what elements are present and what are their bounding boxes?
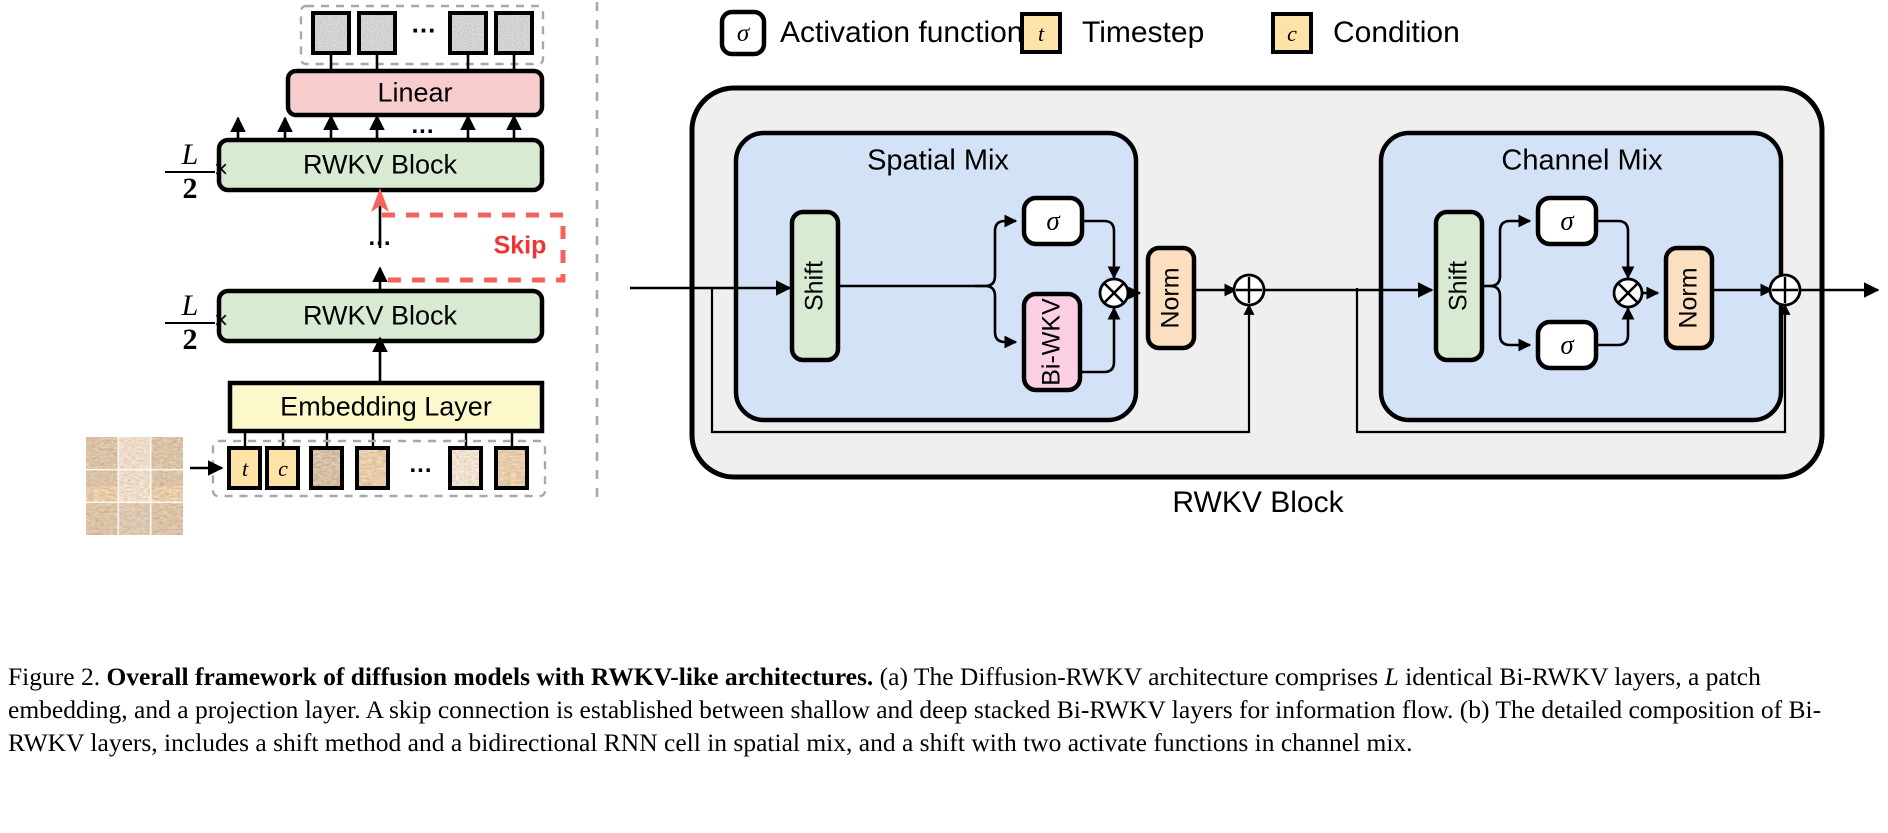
source-image xyxy=(86,437,183,535)
figure-caption: Figure 2. Overall framework of diffusion… xyxy=(8,660,1880,759)
rwkv-top-arrow-ellipsis: ... xyxy=(411,112,435,139)
linear-block-label: Linear xyxy=(377,77,453,108)
legend-activation-symbol: σ xyxy=(736,20,750,47)
figure-2-container: Linear RWKV Block RWKV Block Embedding L… xyxy=(0,0,1888,833)
token-ellipsis: ... xyxy=(409,451,433,478)
rwkv-block-bottom-label: RWKV Block xyxy=(302,300,458,331)
caption-bold: Overall framework of diffusion models wi… xyxy=(106,662,874,691)
stack-ellipsis: ... xyxy=(368,224,392,251)
condition-token-label: c xyxy=(278,456,288,481)
timestep-token-label: t xyxy=(241,456,249,481)
patch-token-4[interactable] xyxy=(496,448,527,488)
output-patch-ellipsis: ... xyxy=(411,8,437,39)
token-row xyxy=(227,446,529,490)
caption-body-1: (a) The Diffusion-RWKV architecture comp… xyxy=(879,662,1385,691)
spatial-mix-title: Spatial Mix xyxy=(867,144,1009,177)
repeat-top-times: × xyxy=(214,156,229,183)
spatial-shift-label: Shift xyxy=(800,260,829,312)
repeat-bottom-times: × xyxy=(214,307,229,334)
repeat-bottom-numerator: L xyxy=(165,291,215,324)
patch-token-1[interactable] xyxy=(311,448,342,488)
embedding-layer-label: Embedding Layer xyxy=(280,391,492,422)
legend-timestep-symbol: t xyxy=(1037,21,1045,46)
spatial-norm-label: Norm xyxy=(1156,267,1185,329)
legend-condition-label: Condition xyxy=(1333,16,1460,49)
channel-shift-label: Shift xyxy=(1444,260,1473,312)
caption-prefix: Figure 2. xyxy=(8,662,101,691)
channel-activation-bottom-label: σ xyxy=(1560,329,1574,360)
repeat-multiplier-top: L 2 xyxy=(165,140,215,204)
rwkv-block-top-label: RWKV Block xyxy=(302,149,458,180)
repeat-multiplier-bottom: L 2 xyxy=(165,291,215,355)
legend-timestep-label: Timestep xyxy=(1082,16,1205,49)
channel-activation-top-label: σ xyxy=(1560,205,1574,236)
rwkv-block-outer-label: RWKV Block xyxy=(1172,486,1344,519)
repeat-bottom-denominator: 2 xyxy=(182,323,198,356)
repeat-top-numerator: L xyxy=(165,140,215,173)
repeat-top-denominator: 2 xyxy=(182,172,198,205)
legend-condition-symbol: c xyxy=(1287,21,1297,46)
channel-mix-title: Channel Mix xyxy=(1501,144,1663,177)
legend-activation-label: Activation function xyxy=(780,16,1024,49)
bi-wkv-label: Bi-WKV xyxy=(1037,298,1066,386)
skip-label: Skip xyxy=(493,231,547,260)
spatial-activation-label: σ xyxy=(1046,205,1060,236)
channel-norm-label: Norm xyxy=(1674,267,1703,329)
patch-token-3[interactable] xyxy=(450,448,481,488)
caption-italic-L: L xyxy=(1384,662,1399,691)
patch-token-2[interactable] xyxy=(357,448,388,488)
